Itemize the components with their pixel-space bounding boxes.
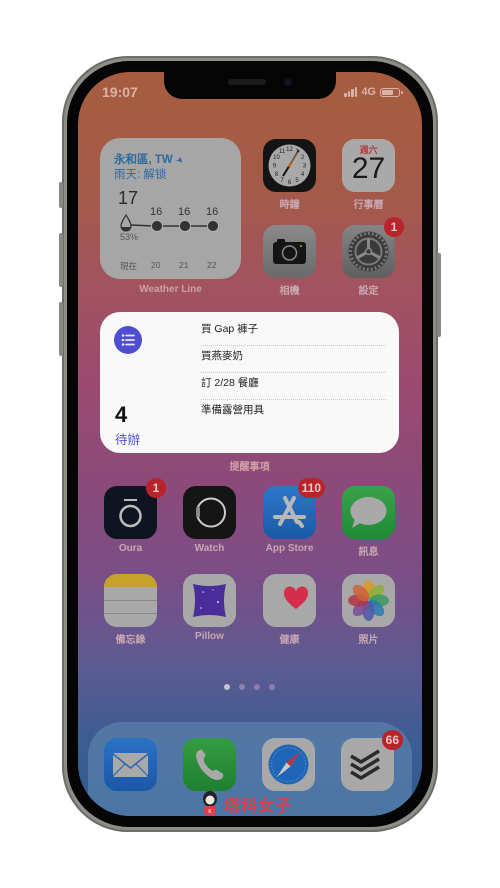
- status-indicators: 4G: [344, 86, 403, 98]
- dock-safari[interactable]: [262, 738, 315, 791]
- weather-line-graph: [120, 214, 219, 232]
- safari-compass-icon: [262, 738, 315, 791]
- page-indicator[interactable]: [224, 684, 275, 690]
- app-label: 備忘錄: [115, 635, 146, 646]
- calendar-icon: 週六 27: [342, 139, 395, 192]
- front-camera: [283, 77, 293, 87]
- app-clock[interactable]: 12123 4567 891011 時鐘: [263, 139, 316, 211]
- app-label: Oura: [118, 543, 143, 554]
- weather-widget-label: Weather Line: [139, 284, 202, 295]
- reminders-widget[interactable]: 4 待辦 買 Gap 褲子 買燕麥奶 訂 2/28 餐廳 準備露營用具: [100, 312, 399, 453]
- svg-text:10: 10: [273, 155, 280, 161]
- notch: [164, 72, 336, 99]
- battery-icon: [380, 87, 403, 97]
- reminder-item[interactable]: 買燕麥奶: [201, 347, 386, 373]
- app-label: 健康: [279, 635, 300, 646]
- dock-phone[interactable]: [183, 738, 236, 791]
- mail-icon: [104, 738, 157, 791]
- app-camera[interactable]: 相機: [263, 225, 316, 297]
- app-calendar[interactable]: 週六 27 行事曆: [342, 139, 395, 211]
- app-pillow[interactable]: Pillow: [183, 574, 236, 642]
- location-arrow-icon: ➤: [173, 153, 187, 167]
- app-store-icon: 110: [263, 478, 325, 539]
- reminders-widget-label: 提醒事項: [229, 462, 270, 473]
- notification-badge: 1: [146, 478, 166, 498]
- watch-icon: [183, 486, 236, 539]
- home-screen: 19:07 4G 永和區, TW ➤ 雨天: 解锁 17 16 16 16 53…: [78, 72, 422, 816]
- calendar-day: 27: [351, 152, 386, 185]
- status-time: 19:07: [102, 84, 138, 100]
- time-axis-label: 22: [207, 260, 217, 270]
- app-oura[interactable]: 1 Oura: [104, 478, 166, 554]
- app-label: Watch: [194, 543, 225, 554]
- weather-location: 永和區, TW ➤: [114, 153, 187, 167]
- app-notes[interactable]: 備忘錄: [104, 574, 157, 646]
- notification-badge: 1: [384, 217, 404, 237]
- app-label: App Store: [265, 543, 314, 554]
- reminders-list-name: 待辦: [115, 433, 141, 447]
- watermark-text: 塔科女子: [224, 798, 293, 815]
- todoist-icon: 66: [341, 730, 403, 791]
- dock-todoist[interactable]: 66: [341, 730, 403, 791]
- messages-icon: [342, 486, 395, 539]
- speaker-grille: [228, 79, 266, 85]
- notification-badge: 110: [297, 478, 325, 498]
- camera-icon: [263, 225, 316, 278]
- list-icon: [114, 326, 142, 354]
- page-dot[interactable]: [269, 684, 275, 690]
- app-label: 時鐘: [279, 200, 300, 211]
- cloudy-night-icon: [207, 220, 219, 232]
- page-dot[interactable]: [254, 684, 260, 690]
- app-label: 照片: [358, 635, 379, 646]
- weather-line-widget[interactable]: 永和區, TW ➤ 雨天: 解锁 17 16 16 16 53% 現在 20 2…: [100, 138, 241, 279]
- notification-badge: 66: [381, 730, 403, 750]
- svg-text:12: 12: [286, 147, 293, 153]
- dock-mail[interactable]: [104, 738, 157, 791]
- time-axis-label: 21: [179, 260, 189, 270]
- reminder-item[interactable]: 買 Gap 褲子: [201, 320, 386, 346]
- app-watch[interactable]: Watch: [183, 486, 236, 554]
- clock-icon: 12123 4567 891011: [263, 139, 316, 192]
- reminders-count: 4: [115, 402, 128, 427]
- svg-text:11: 11: [279, 149, 286, 155]
- signal-bars-icon: [344, 87, 358, 97]
- app-label: 設定: [358, 286, 379, 297]
- mute-switch[interactable]: [59, 182, 63, 208]
- watermark: K 塔科女子: [200, 791, 292, 816]
- health-heart-icon: [263, 574, 316, 627]
- photos-icon: [342, 574, 395, 627]
- app-messages[interactable]: 訊息: [342, 486, 395, 558]
- oura-ring-icon: 1: [104, 478, 166, 539]
- phone-icon: [183, 738, 236, 791]
- pillow-icon: [183, 574, 236, 627]
- app-label: 訊息: [358, 547, 379, 558]
- weather-condition: 雨天: 解锁: [114, 169, 167, 181]
- volume-up-button[interactable]: [59, 233, 63, 287]
- cloudy-night-icon: [179, 220, 191, 232]
- page-dot[interactable]: [239, 684, 245, 690]
- cloudy-night-icon: [151, 220, 163, 232]
- reminder-item[interactable]: 訂 2/28 餐廳: [201, 374, 386, 400]
- power-button[interactable]: [437, 253, 441, 337]
- app-label: 行事曆: [353, 200, 384, 211]
- notes-icon: [104, 574, 157, 627]
- watermark-avatar-icon: K: [203, 791, 217, 815]
- app-app-store[interactable]: 110 App Store: [263, 478, 325, 554]
- page-dot[interactable]: [224, 684, 230, 690]
- time-axis-label: 現在: [120, 261, 138, 271]
- settings-gear-icon: 1: [342, 217, 404, 278]
- app-label: 相機: [279, 286, 300, 297]
- network-type: 4G: [361, 86, 376, 98]
- app-photos[interactable]: 照片: [342, 574, 395, 646]
- current-temperature: 17: [118, 188, 139, 208]
- volume-down-button[interactable]: [59, 302, 63, 356]
- time-axis-label: 20: [151, 260, 161, 270]
- reminder-item[interactable]: 準備露營用具: [201, 401, 386, 427]
- app-settings[interactable]: 1 設定: [342, 217, 404, 297]
- app-health[interactable]: 健康: [263, 574, 316, 646]
- app-label: Pillow: [195, 631, 224, 642]
- precipitation-chance: 53%: [120, 232, 139, 242]
